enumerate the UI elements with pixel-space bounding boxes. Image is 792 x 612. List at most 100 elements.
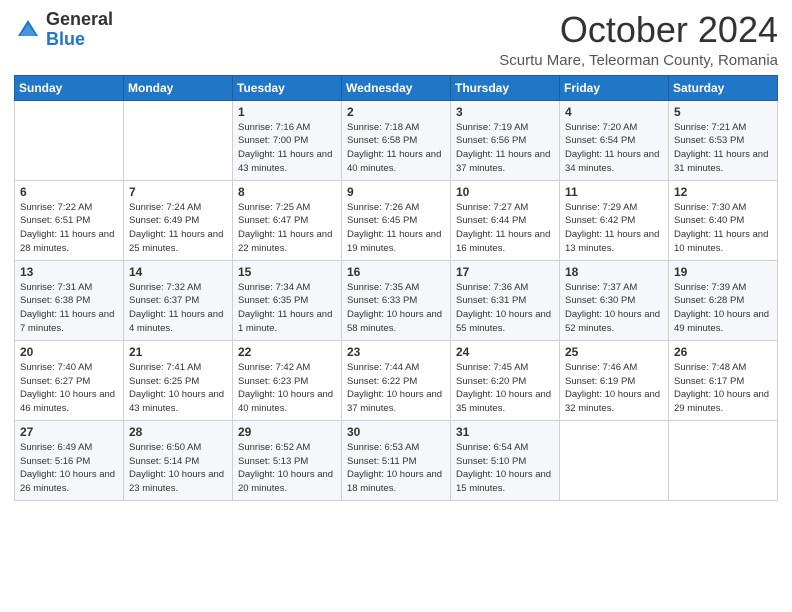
logo: General Blue	[14, 10, 113, 50]
day-number: 25	[565, 345, 664, 359]
day-number: 20	[20, 345, 119, 359]
day-number: 26	[674, 345, 773, 359]
day-number: 10	[456, 185, 555, 199]
calendar-cell: 25Sunrise: 7:46 AM Sunset: 6:19 PM Dayli…	[560, 340, 669, 420]
day-number: 8	[238, 185, 337, 199]
day-detail: Sunrise: 7:44 AM Sunset: 6:22 PM Dayligh…	[347, 361, 446, 416]
logo-general: General	[46, 10, 113, 30]
day-number: 21	[129, 345, 228, 359]
calendar-cell: 14 Sunrise: 7:32 AM Sunset: 6:37 PM Dayli…	[124, 260, 233, 340]
day-number: 30	[347, 425, 446, 439]
day-detail: Sunrise: 7:40 AM Sunset: 6:27 PM Dayligh…	[20, 361, 119, 416]
calendar-cell: 21Sunrise: 7:41 AM Sunset: 6:25 PM Dayli…	[124, 340, 233, 420]
day-number: 18	[565, 265, 664, 279]
day-number: 23	[347, 345, 446, 359]
calendar-cell: 17 Sunrise: 7:36 AM Sunset: 6:31 PM Dayli…	[451, 260, 560, 340]
day-number: 12	[674, 185, 773, 199]
col-header-friday: Friday	[560, 75, 669, 100]
day-detail: Sunrise: 7:32 AM Sunset: 6:37 PM Dayligh…	[129, 281, 228, 336]
day-detail: Sunrise: 7:42 AM Sunset: 6:23 PM Dayligh…	[238, 361, 337, 416]
day-number: 17	[456, 265, 555, 279]
day-detail: Sunrise: 7:18 AM Sunset: 6:58 PM Dayligh…	[347, 121, 446, 176]
title-block: October 2024 Scurtu Mare, Teleorman Coun…	[499, 10, 778, 69]
calendar-cell	[669, 420, 778, 500]
day-number: 27	[20, 425, 119, 439]
day-number: 7	[129, 185, 228, 199]
month-title: October 2024	[499, 10, 778, 50]
day-number: 16	[347, 265, 446, 279]
page: General Blue October 2024 Scurtu Mare, T…	[0, 0, 792, 612]
day-detail: Sunrise: 7:34 AM Sunset: 6:35 PM Dayligh…	[238, 281, 337, 336]
day-detail: Sunrise: 6:52 AM Sunset: 5:13 PM Dayligh…	[238, 441, 337, 496]
calendar-cell: 19Sunrise: 7:39 AM Sunset: 6:28 PM Dayli…	[669, 260, 778, 340]
day-detail: Sunrise: 7:37 AM Sunset: 6:30 PM Dayligh…	[565, 281, 664, 336]
day-detail: Sunrise: 7:31 AM Sunset: 6:38 PM Dayligh…	[20, 281, 119, 336]
calendar-cell: 4 Sunrise: 7:20 AM Sunset: 6:54 PM Daylig…	[560, 100, 669, 180]
day-number: 14	[129, 265, 228, 279]
calendar-cell: 20 Sunrise: 7:40 AM Sunset: 6:27 PM Dayli…	[15, 340, 124, 420]
day-detail: Sunrise: 7:21 AM Sunset: 6:53 PM Dayligh…	[674, 121, 773, 176]
week-row-3: 20 Sunrise: 7:40 AM Sunset: 6:27 PM Dayli…	[15, 340, 778, 420]
day-detail: Sunrise: 7:27 AM Sunset: 6:44 PM Dayligh…	[456, 201, 555, 256]
day-detail: Sunrise: 7:24 AM Sunset: 6:49 PM Dayligh…	[129, 201, 228, 256]
header: General Blue October 2024 Scurtu Mare, T…	[14, 10, 778, 69]
day-detail: Sunrise: 6:49 AM Sunset: 5:16 PM Dayligh…	[20, 441, 119, 496]
week-row-4: 27 Sunrise: 6:49 AM Sunset: 5:16 PM Dayli…	[15, 420, 778, 500]
calendar-cell: 5 Sunrise: 7:21 AM Sunset: 6:53 PM Daylig…	[669, 100, 778, 180]
day-detail: Sunrise: 7:48 AM Sunset: 6:17 PM Dayligh…	[674, 361, 773, 416]
day-number: 2	[347, 105, 446, 119]
day-number: 31	[456, 425, 555, 439]
calendar-cell: 22 Sunrise: 7:42 AM Sunset: 6:23 PM Dayli…	[233, 340, 342, 420]
day-detail: Sunrise: 7:29 AM Sunset: 6:42 PM Dayligh…	[565, 201, 664, 256]
col-header-tuesday: Tuesday	[233, 75, 342, 100]
calendar-cell: 1Sunrise: 7:16 AM Sunset: 7:00 PM Daylig…	[233, 100, 342, 180]
col-header-monday: Monday	[124, 75, 233, 100]
day-number: 3	[456, 105, 555, 119]
day-number: 28	[129, 425, 228, 439]
calendar-cell: 9Sunrise: 7:26 AM Sunset: 6:45 PM Daylig…	[342, 180, 451, 260]
day-detail: Sunrise: 6:54 AM Sunset: 5:10 PM Dayligh…	[456, 441, 555, 496]
logo-icon	[14, 16, 42, 44]
calendar-cell: 12 Sunrise: 7:30 AM Sunset: 6:40 PM Dayli…	[669, 180, 778, 260]
col-header-wednesday: Wednesday	[342, 75, 451, 100]
header-row: SundayMondayTuesdayWednesdayThursdayFrid…	[15, 75, 778, 100]
day-number: 29	[238, 425, 337, 439]
day-detail: Sunrise: 7:36 AM Sunset: 6:31 PM Dayligh…	[456, 281, 555, 336]
calendar-cell: 3 Sunrise: 7:19 AM Sunset: 6:56 PM Daylig…	[451, 100, 560, 180]
day-detail: Sunrise: 7:25 AM Sunset: 6:47 PM Dayligh…	[238, 201, 337, 256]
day-number: 5	[674, 105, 773, 119]
day-detail: Sunrise: 7:20 AM Sunset: 6:54 PM Dayligh…	[565, 121, 664, 176]
day-number: 22	[238, 345, 337, 359]
day-number: 19	[674, 265, 773, 279]
calendar-cell: 23 Sunrise: 7:44 AM Sunset: 6:22 PM Dayli…	[342, 340, 451, 420]
day-detail: Sunrise: 7:30 AM Sunset: 6:40 PM Dayligh…	[674, 201, 773, 256]
calendar-cell: 30Sunrise: 6:53 AM Sunset: 5:11 PM Dayli…	[342, 420, 451, 500]
week-row-1: 6 Sunrise: 7:22 AM Sunset: 6:51 PM Daylig…	[15, 180, 778, 260]
calendar-cell	[124, 100, 233, 180]
calendar-cell	[15, 100, 124, 180]
week-row-2: 13Sunrise: 7:31 AM Sunset: 6:38 PM Dayli…	[15, 260, 778, 340]
day-number: 6	[20, 185, 119, 199]
logo-text: General Blue	[46, 10, 113, 50]
logo-blue: Blue	[46, 30, 113, 50]
calendar-cell: 7 Sunrise: 7:24 AM Sunset: 6:49 PM Daylig…	[124, 180, 233, 260]
day-detail: Sunrise: 7:19 AM Sunset: 6:56 PM Dayligh…	[456, 121, 555, 176]
calendar-cell: 13Sunrise: 7:31 AM Sunset: 6:38 PM Dayli…	[15, 260, 124, 340]
calendar-cell: 18 Sunrise: 7:37 AM Sunset: 6:30 PM Dayli…	[560, 260, 669, 340]
day-detail: Sunrise: 7:26 AM Sunset: 6:45 PM Dayligh…	[347, 201, 446, 256]
calendar-cell: 16Sunrise: 7:35 AM Sunset: 6:33 PM Dayli…	[342, 260, 451, 340]
calendar-cell: 15Sunrise: 7:34 AM Sunset: 6:35 PM Dayli…	[233, 260, 342, 340]
week-row-0: 1Sunrise: 7:16 AM Sunset: 7:00 PM Daylig…	[15, 100, 778, 180]
calendar-cell: 29 Sunrise: 6:52 AM Sunset: 5:13 PM Dayli…	[233, 420, 342, 500]
day-detail: Sunrise: 7:22 AM Sunset: 6:51 PM Dayligh…	[20, 201, 119, 256]
calendar-cell: 26 Sunrise: 7:48 AM Sunset: 6:17 PM Dayli…	[669, 340, 778, 420]
day-number: 4	[565, 105, 664, 119]
day-detail: Sunrise: 7:16 AM Sunset: 7:00 PM Dayligh…	[238, 121, 337, 176]
calendar-cell: 8 Sunrise: 7:25 AM Sunset: 6:47 PM Daylig…	[233, 180, 342, 260]
calendar-cell	[560, 420, 669, 500]
calendar-cell: 2 Sunrise: 7:18 AM Sunset: 6:58 PM Daylig…	[342, 100, 451, 180]
calendar-cell: 27 Sunrise: 6:49 AM Sunset: 5:16 PM Dayli…	[15, 420, 124, 500]
col-header-saturday: Saturday	[669, 75, 778, 100]
calendar-cell: 24Sunrise: 7:45 AM Sunset: 6:20 PM Dayli…	[451, 340, 560, 420]
calendar-cell: 31 Sunrise: 6:54 AM Sunset: 5:10 PM Dayli…	[451, 420, 560, 500]
